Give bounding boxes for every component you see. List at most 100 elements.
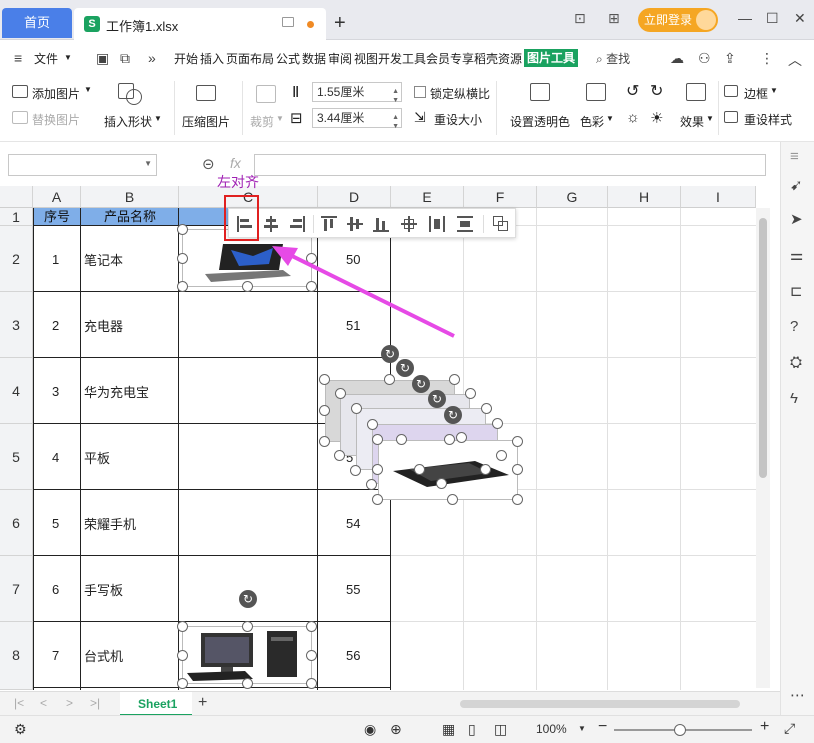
resize-handle[interactable]	[512, 436, 523, 447]
cell-b3[interactable]: 充电器	[84, 316, 123, 335]
brightness-up-icon[interactable]: ☼	[626, 109, 640, 126]
resize-handle[interactable]	[492, 418, 503, 429]
rotate-handle-icon[interactable]: ↻	[428, 390, 446, 408]
prev-sheet-icon[interactable]: <	[40, 696, 47, 710]
row-header-7[interactable]: 7	[0, 556, 33, 622]
column-header-a[interactable]: A	[33, 186, 81, 208]
name-box[interactable]: ▼	[8, 154, 157, 176]
chevron-down-icon[interactable]: ▼	[144, 159, 152, 168]
align-cell-center-icon[interactable]	[401, 216, 417, 232]
menu-tab-start[interactable]: 开始	[174, 50, 198, 67]
rotate-right-icon[interactable]: ↻	[650, 81, 663, 101]
chevron-down-icon[interactable]: ▼	[154, 114, 162, 123]
width-input[interactable]: 3.44厘米 ▲ ▼	[312, 108, 402, 130]
sheet-tab-sheet1[interactable]: Sheet1	[120, 692, 192, 716]
resize-handle[interactable]	[350, 465, 361, 476]
align-right-icon[interactable]	[289, 216, 305, 232]
reset-style-button[interactable]: 重设样式	[744, 111, 792, 128]
compress-picture-button[interactable]: 压缩图片	[182, 113, 230, 130]
home-tab[interactable]: 首页	[2, 8, 72, 38]
drawing-tablet-picture[interactable]	[378, 440, 518, 500]
rotate-handle-icon[interactable]: ↻	[239, 590, 257, 608]
cell-b2[interactable]: 笔记本	[84, 250, 123, 269]
row-header-5[interactable]: 5	[0, 424, 33, 490]
page-break-view-icon[interactable]: ◫	[494, 721, 507, 738]
column-header-f[interactable]: F	[464, 186, 537, 208]
chevron-down-icon[interactable]: ▼	[64, 53, 72, 62]
layout-icon[interactable]: ⊏	[790, 282, 803, 300]
resize-handle[interactable]	[449, 374, 460, 385]
spin-down-icon[interactable]: ▼	[392, 118, 399, 136]
eye-protection-icon[interactable]: ◉	[364, 721, 376, 738]
last-sheet-icon[interactable]: >|	[90, 696, 100, 710]
resize-handle[interactable]	[481, 403, 492, 414]
cell-b1[interactable]: 产品名称	[81, 208, 179, 226]
chevron-down-icon[interactable]: ▼	[276, 114, 284, 123]
row-header-4[interactable]: 4	[0, 358, 33, 424]
resize-handle[interactable]	[366, 479, 377, 490]
reading-mode-icon[interactable]: ⊡	[574, 10, 586, 27]
menu-tab-developer[interactable]: 开发工具	[378, 50, 426, 67]
minimize-icon[interactable]: —	[738, 10, 752, 26]
zoom-search-icon[interactable]: ⊝	[202, 155, 215, 173]
resize-handle[interactable]	[444, 434, 455, 445]
file-menu[interactable]: 文件	[34, 50, 58, 67]
add-sheet-button[interactable]: +	[198, 694, 207, 712]
align-top-icon[interactable]	[321, 216, 337, 232]
height-input[interactable]: 1.55厘米 ▲ ▼	[312, 82, 402, 104]
rotate-handle-icon[interactable]: ↻	[396, 359, 414, 377]
rotate-handle-icon[interactable]: ↻	[381, 345, 399, 363]
column-header-d[interactable]: D	[318, 186, 391, 208]
export-icon[interactable]: ⧉	[120, 50, 130, 67]
resize-handle[interactable]	[414, 464, 425, 475]
add-picture-button[interactable]: 添加图片	[32, 85, 80, 102]
next-sheet-icon[interactable]: >	[66, 696, 73, 710]
normal-view-icon[interactable]: ▦	[442, 721, 455, 738]
resize-handle[interactable]	[351, 403, 362, 414]
zoom-out-button[interactable]: −	[598, 718, 607, 736]
align-center-icon[interactable]	[263, 216, 279, 232]
save-icon[interactable]: ▣	[96, 50, 109, 67]
effects-button[interactable]: 效果	[680, 113, 704, 130]
menu-tab-data[interactable]: 数据	[302, 50, 326, 67]
menu-tab-view[interactable]: 视图	[354, 50, 378, 67]
resize-handle[interactable]	[512, 464, 523, 475]
resize-handle[interactable]	[242, 678, 253, 689]
distribute-vertical-icon[interactable]	[457, 216, 473, 232]
crop-button[interactable]: 裁剪	[250, 113, 274, 130]
login-button[interactable]: 立即登录	[638, 8, 718, 32]
zoom-in-button[interactable]: +	[760, 718, 769, 736]
resize-handle[interactable]	[319, 436, 330, 447]
cell-b7[interactable]: 手写板	[84, 580, 123, 599]
resize-handle[interactable]	[396, 434, 407, 445]
fullscreen-icon[interactable]: ⤢	[784, 720, 795, 737]
resize-handle[interactable]	[512, 494, 523, 505]
resize-handle[interactable]	[436, 478, 447, 489]
cell-d6[interactable]: 54	[346, 516, 360, 531]
apps-grid-icon[interactable]: ⊞	[608, 10, 620, 27]
formula-input[interactable]	[254, 154, 766, 176]
cell-a6[interactable]: 5	[52, 516, 59, 531]
row-header-3[interactable]: 3	[0, 292, 33, 358]
cell-a7[interactable]: 6	[52, 582, 59, 597]
input-method-icon[interactable]: ⊕	[390, 721, 402, 738]
menu-tab-insert[interactable]: 插入	[200, 50, 224, 67]
resize-handle[interactable]	[447, 494, 458, 505]
row-header-1[interactable]: 1	[0, 208, 33, 226]
resize-handle[interactable]	[465, 388, 476, 399]
horizontal-scrollbar[interactable]	[460, 700, 740, 708]
maximize-icon[interactable]: ☐	[766, 10, 779, 27]
scroll-thumb[interactable]	[759, 218, 767, 478]
resize-handle[interactable]	[372, 434, 383, 445]
resize-handle[interactable]	[456, 432, 467, 443]
collapse-ribbon-icon[interactable]: ︿	[788, 50, 802, 70]
share-user-icon[interactable]: ⚇	[698, 50, 711, 67]
row-header-6[interactable]: 6	[0, 490, 33, 556]
first-sheet-icon[interactable]: |<	[14, 696, 24, 710]
column-header-i[interactable]: I	[681, 186, 756, 208]
menu-tab-page-layout[interactable]: 页面布局	[226, 50, 274, 67]
close-icon[interactable]: ✕	[794, 10, 806, 27]
resize-handle[interactable]	[242, 281, 253, 292]
zoom-slider-thumb[interactable]	[674, 724, 686, 736]
reset-size-button[interactable]: 重设大小	[434, 111, 482, 128]
